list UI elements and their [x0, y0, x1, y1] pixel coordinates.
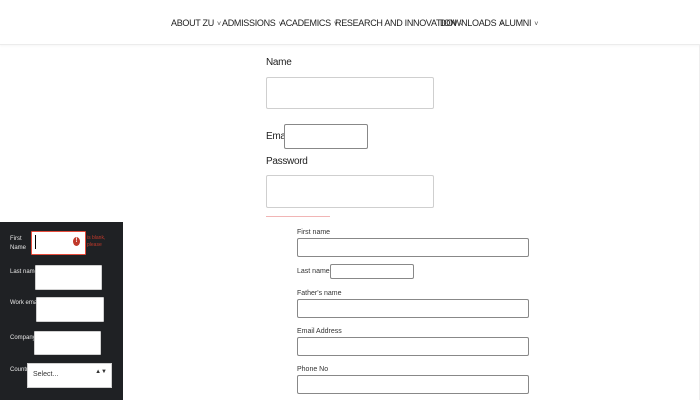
- chevron-down-icon: ˅: [534, 21, 539, 28]
- first-name-input[interactable]: [297, 238, 529, 257]
- last-name-input[interactable]: [330, 264, 414, 279]
- top-navigation: ABOUT ZU ˅ ADMISSIONS ˅ ACADEMICS ˅ RESEARC…: [0, 0, 700, 45]
- email-address-input[interactable]: [297, 337, 529, 356]
- nav-item-label: ACADEMICS: [280, 18, 331, 28]
- phone-label: Phone No: [297, 366, 329, 373]
- side-last-name-label: Last name: [10, 269, 39, 275]
- fathers-name-input[interactable]: [297, 299, 529, 318]
- last-name-label: Last name: [297, 268, 330, 275]
- name-input[interactable]: [266, 77, 434, 109]
- first-name-label: First name: [297, 229, 331, 236]
- nav-item-downloads[interactable]: DOWNLOADS ˅: [440, 18, 503, 28]
- email-input[interactable]: [284, 124, 368, 149]
- name-label: Name: [266, 57, 292, 68]
- side-company-label: Company: [10, 335, 36, 341]
- country-select-value: Select...: [33, 371, 59, 378]
- nav-item-academics[interactable]: ACADEMICS ˅: [280, 18, 338, 28]
- error-icon: !: [73, 237, 80, 246]
- nav-item-label: ALUMNI: [499, 18, 532, 28]
- password-label: Password: [266, 156, 308, 167]
- fathers-name-label: Father's name: [297, 290, 342, 297]
- side-work-email-input[interactable]: [36, 297, 104, 322]
- side-company-input[interactable]: [34, 331, 101, 355]
- text-cursor: [35, 235, 36, 249]
- nav-item-label: DOWNLOADS: [440, 18, 497, 28]
- side-last-name-input[interactable]: [35, 265, 102, 290]
- nav-item-label: ADMISSIONS: [222, 18, 276, 28]
- chevron-down-icon: ˅: [216, 21, 221, 28]
- nav-item-label: RESEARCH AND INNOVATION: [335, 18, 457, 28]
- side-first-name-label: First Name: [10, 236, 27, 251]
- nav-item-admissions[interactable]: ADMISSIONS ˅: [222, 18, 283, 28]
- phone-input[interactable]: [297, 375, 529, 394]
- password-input[interactable]: [266, 175, 434, 208]
- nav-item-label: ABOUT ZU: [171, 18, 214, 28]
- nav-item-alumni[interactable]: ALUMNI ˅: [499, 18, 538, 28]
- form-divider: [266, 216, 330, 217]
- select-arrows-icon: ▲▼: [95, 369, 107, 375]
- nav-item-about-zu[interactable]: ABOUT ZU ˅: [171, 18, 221, 28]
- side-error-message: is blank, please: [87, 235, 106, 248]
- country-select[interactable]: Select... ▲▼: [27, 363, 112, 388]
- email-address-label: Email Address: [297, 328, 342, 335]
